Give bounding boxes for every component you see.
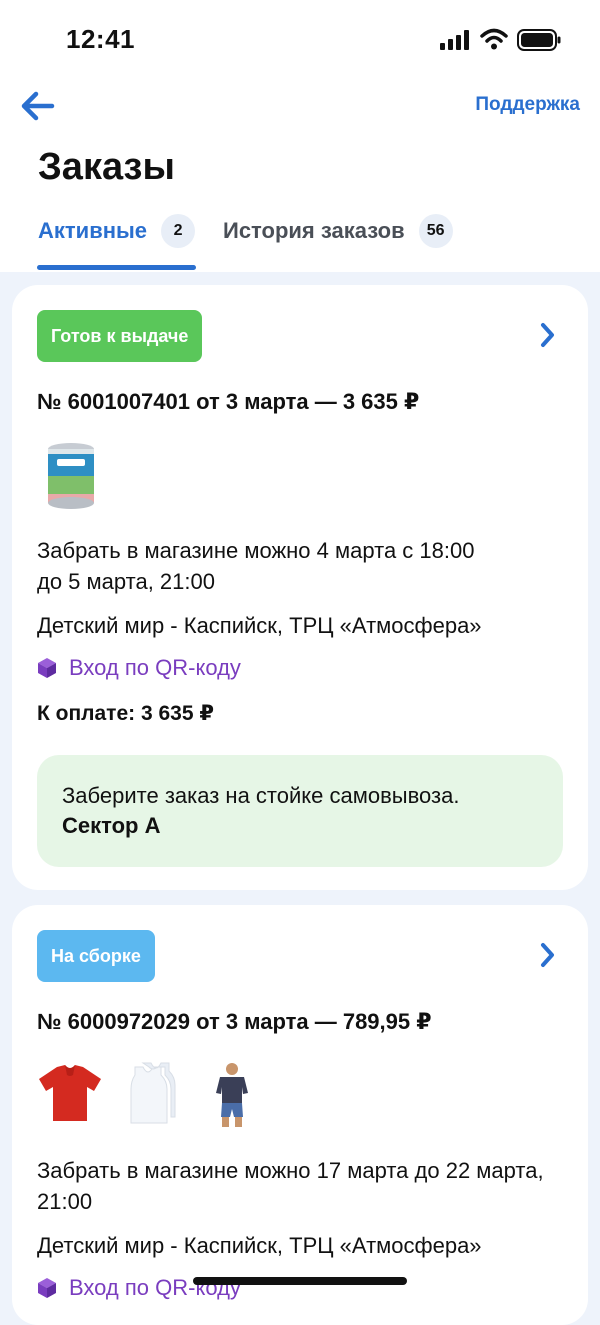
tab-active-count-badge: 2 <box>161 214 196 248</box>
pickup-notice-sector: Сектор А <box>62 813 161 838</box>
active-tab-indicator <box>37 265 196 270</box>
pickup-notice-text: Заберите заказ на стойке самовывоза. <box>62 783 460 808</box>
cellular-signal-icon <box>440 30 469 50</box>
pickup-notice: Заберите заказ на стойке самовывоза. Сек… <box>37 755 563 867</box>
tab-history-count-badge: 56 <box>418 214 453 248</box>
pickup-time-line2: 21:00 <box>37 1189 93 1214</box>
product-thumbnail-kids-outfit[interactable] <box>212 1061 252 1131</box>
chevron-right-icon[interactable] <box>538 941 558 969</box>
tab-active-label: Активные <box>38 218 148 243</box>
payment-amount: К оплате: 3 635 ₽ <box>37 702 214 725</box>
wifi-icon <box>480 28 508 50</box>
product-thumbnail-formula-can[interactable] <box>45 442 97 510</box>
order-card[interactable]: На сборке № 6000972029 от 3 марта — 789,… <box>12 905 588 1325</box>
support-link[interactable]: Поддержка <box>475 94 580 116</box>
tab-active[interactable]: Активные 2 <box>38 212 196 250</box>
store-name: Детский мир - Каспийск, ТРЦ «Атмосфера» <box>37 1233 482 1258</box>
home-indicator[interactable] <box>193 1277 407 1285</box>
tab-history-label: История заказов <box>223 218 405 243</box>
order-card[interactable]: Готов к выдаче № 6001007401 от 3 марта —… <box>12 285 588 890</box>
back-arrow-icon[interactable] <box>18 88 58 124</box>
box-icon <box>38 658 56 678</box>
status-time: 12:41 <box>66 24 135 54</box>
product-thumbnail-white-tanks[interactable] <box>127 1061 177 1127</box>
qr-entry-link[interactable]: Вход по QR-коду <box>37 655 241 681</box>
qr-entry-label: Вход по QR-коду <box>69 655 241 680</box>
page-title: Заказы <box>38 146 175 188</box>
pickup-time-line1: Забрать в магазине можно 4 марта с 18:00 <box>37 538 475 563</box>
status-badge: Готов к выдаче <box>37 310 203 362</box>
battery-icon <box>517 29 561 51</box>
pickup-time-line2: до 5 марта, 21:00 <box>37 569 215 594</box>
product-thumbnail-red-polo[interactable] <box>37 1063 103 1125</box>
status-bar: 12:41 <box>0 0 600 80</box>
store-name: Детский мир - Каспийск, ТРЦ «Атмосфера» <box>37 613 482 638</box>
status-badge: На сборке <box>37 930 155 982</box>
order-title: № 6001007401 от 3 марта — 3 635 ₽ <box>37 389 420 414</box>
pickup-time-line1: Забрать в магазине можно 17 марта до 22 … <box>37 1158 544 1183</box>
tab-history[interactable]: История заказов 56 <box>223 212 453 250</box>
header-area: 12:41 Поддержка Заказы Активные 2 Истори… <box>0 0 600 272</box>
box-icon <box>38 1278 56 1298</box>
order-title: № 6000972029 от 3 марта — 789,95 ₽ <box>37 1009 432 1034</box>
chevron-right-icon[interactable] <box>538 321 558 349</box>
